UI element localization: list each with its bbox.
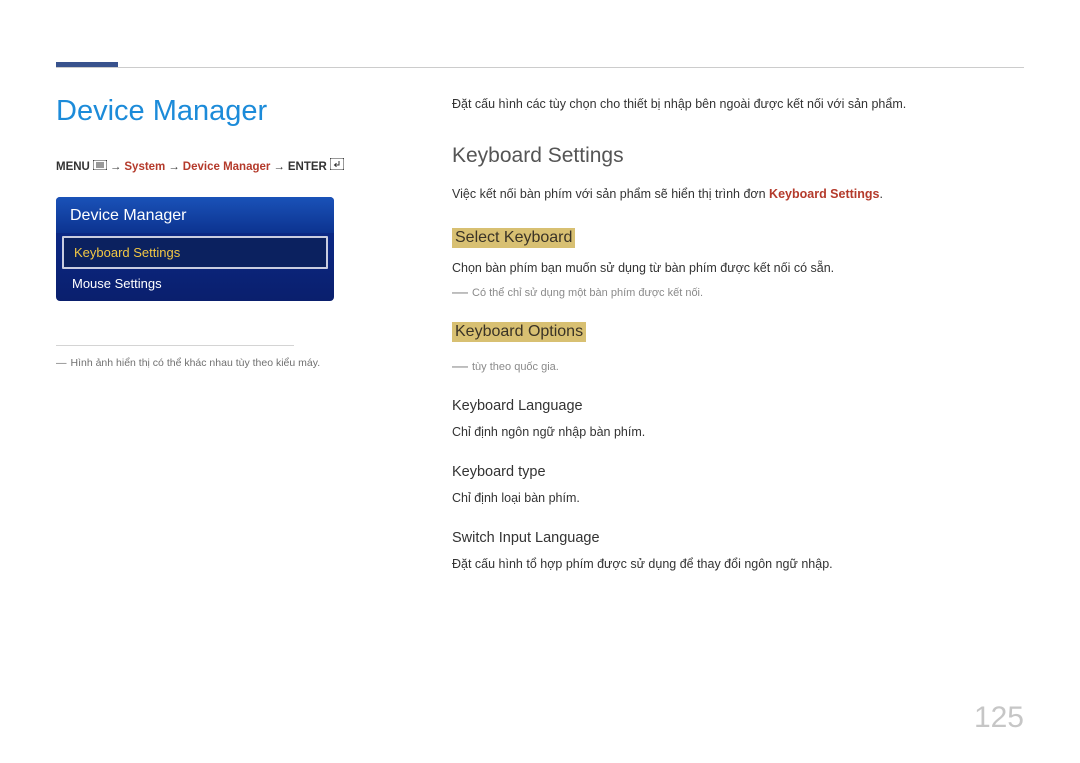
- breadcrumb-enter-label: ENTER: [288, 159, 327, 175]
- heading-keyboard-options: Keyboard Options: [452, 322, 586, 342]
- paragraph-part-c: .: [879, 187, 882, 201]
- breadcrumb-arrow: →: [168, 159, 180, 175]
- osd-panel-header: Device Manager: [56, 197, 334, 233]
- heading-select-keyboard: Select Keyboard: [452, 228, 575, 248]
- paragraph-select-keyboard: Chọn bàn phím bạn muốn sử dụng từ bàn ph…: [452, 258, 1012, 278]
- menu-icon: [93, 159, 107, 175]
- note-country: ― tùy theo quốc gia.: [452, 358, 1012, 376]
- osd-item-keyboard-settings[interactable]: Keyboard Settings: [62, 236, 328, 269]
- paragraph-keyboard-language: Chỉ định ngôn ngữ nhập bàn phím.: [452, 422, 1012, 442]
- heading-switch-input-language: Switch Input Language: [452, 530, 1012, 546]
- breadcrumb-system: System: [124, 159, 165, 175]
- dash-icon: ―: [56, 357, 67, 369]
- heading-keyboard-type: Keyboard type: [452, 464, 1012, 480]
- page-title: Device Manager: [56, 95, 416, 128]
- paragraph-connect-keyboard: Việc kết nối bàn phím với sản phẩm sẽ hi…: [452, 184, 1012, 204]
- breadcrumb-device-manager: Device Manager: [183, 159, 271, 175]
- left-footnote-text: Hình ảnh hiển thị có thể khác nhau tùy t…: [71, 357, 321, 369]
- left-footnote: ― Hình ảnh hiển thị có thể khác nhau tùy …: [56, 356, 416, 371]
- note-text: Có thể chỉ sử dụng một bàn phím được kết…: [472, 287, 703, 299]
- heading-keyboard-language: Keyboard Language: [452, 398, 1012, 414]
- right-column: Đặt cấu hình các tùy chọn cho thiết bị n…: [452, 95, 1012, 574]
- breadcrumb-arrow: →: [273, 159, 285, 175]
- left-column: Device Manager MENU → System → Device Ma…: [56, 95, 416, 371]
- top-divider: [56, 67, 1024, 68]
- page-number: 125: [974, 701, 1024, 735]
- highlight-keyboard-settings: Keyboard Settings: [769, 187, 879, 201]
- intro-paragraph: Đặt cấu hình các tùy chọn cho thiết bị n…: [452, 95, 1012, 114]
- paragraph-part-a: Việc kết nối bàn phím với sản phẩm sẽ hi…: [452, 187, 769, 201]
- note-text: tùy theo quốc gia.: [472, 361, 559, 373]
- osd-panel: Device Manager Keyboard Settings Mouse S…: [56, 197, 334, 301]
- dash-icon: ―: [452, 358, 468, 375]
- paragraph-keyboard-type: Chỉ định loại bàn phím.: [452, 488, 1012, 508]
- breadcrumb-arrow: →: [110, 159, 122, 175]
- breadcrumb: MENU → System → Device Manager → ENTER: [56, 158, 416, 175]
- enter-icon: [330, 158, 344, 175]
- dash-icon: ―: [452, 284, 468, 301]
- heading-keyboard-settings: Keyboard Settings: [452, 144, 1012, 168]
- osd-item-mouse-settings[interactable]: Mouse Settings: [56, 269, 334, 301]
- note-one-keyboard: ― Có thể chỉ sử dụng một bàn phím được kế…: [452, 284, 1012, 302]
- breadcrumb-menu-label: MENU: [56, 159, 90, 175]
- left-divider: [56, 345, 294, 346]
- paragraph-switch-input-language: Đặt cấu hình tổ hợp phím được sử dụng để…: [452, 554, 1012, 574]
